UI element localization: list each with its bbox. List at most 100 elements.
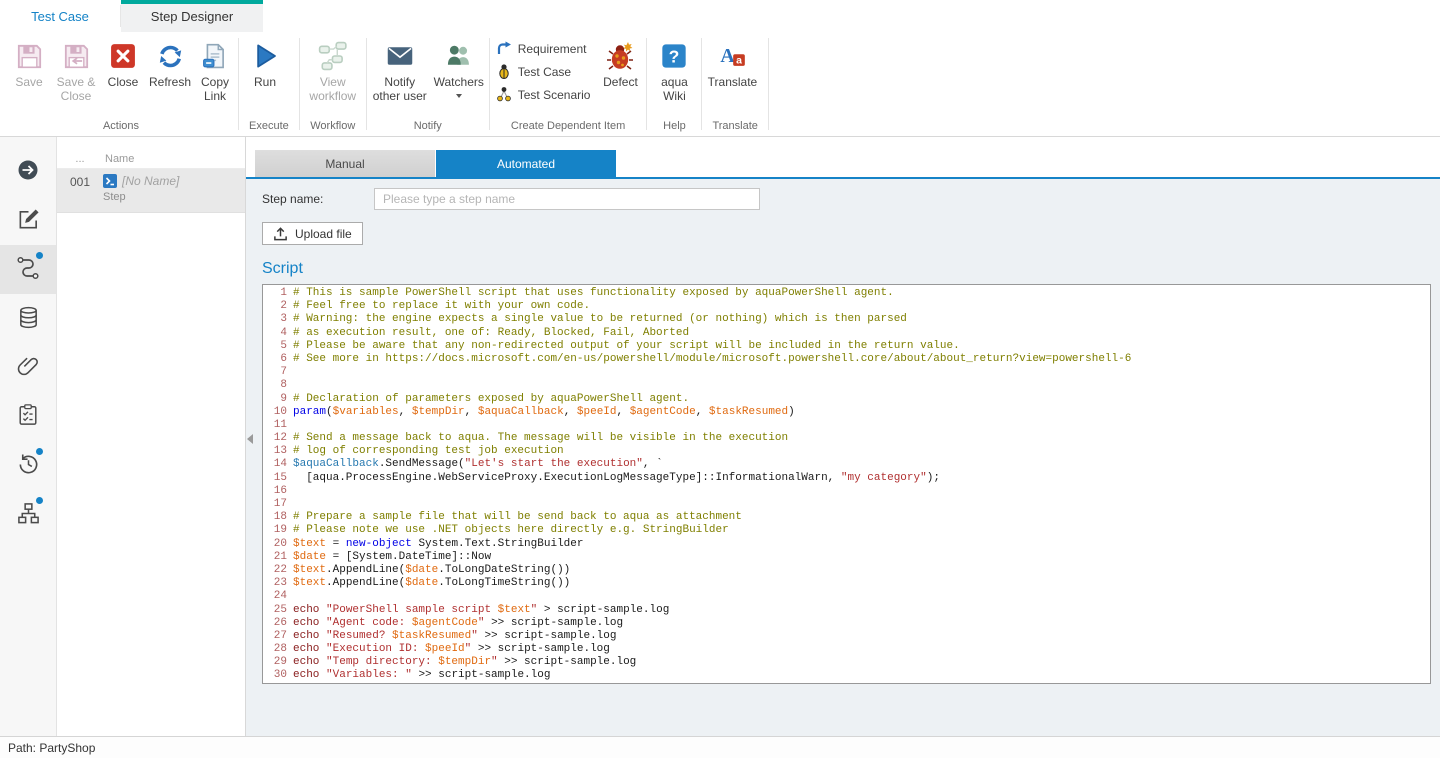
create-defect-button[interactable]: Defect: [596, 37, 644, 91]
code-line: 9# Declaration of parameters exposed by …: [263, 393, 1430, 406]
code-line: 18# Prepare a sample file that will be s…: [263, 511, 1430, 524]
history-icon: [17, 453, 40, 479]
question-icon: ?: [660, 40, 688, 72]
refresh-button[interactable]: Refresh: [146, 37, 194, 91]
script-code-editor[interactable]: 1# This is sample PowerShell script that…: [262, 284, 1431, 684]
ribbon-group-execute: Run Execute: [241, 32, 297, 136]
code-line: 20$text = new-object System.Text.StringB…: [263, 538, 1430, 551]
sidebar-item-checklist[interactable]: [0, 392, 56, 441]
envelope-icon: [386, 40, 414, 72]
sidebar-item-data[interactable]: [0, 294, 56, 343]
code-line: 3# Warning: the engine expects a single …: [263, 313, 1430, 326]
code-line: 1# This is sample PowerShell script that…: [263, 287, 1430, 300]
steps-panel: ... Name 001 [No Name] Step: [57, 137, 246, 736]
code-line: 31: [263, 683, 1430, 684]
code-line: 14$aquaCallback.SendMessage("Let's start…: [263, 458, 1430, 471]
run-button[interactable]: Run: [241, 37, 289, 91]
close-button[interactable]: Close: [100, 37, 146, 91]
automated-step-form: Step name: Upload file Script 1# This is…: [246, 179, 1440, 736]
code-line: 19# Please note we use .NET objects here…: [263, 524, 1430, 537]
tab-automated[interactable]: Automated: [436, 150, 616, 177]
code-line: 7: [263, 366, 1430, 379]
code-line: 13# log of corresponding test job execut…: [263, 445, 1430, 458]
copy-link-icon: [202, 40, 228, 72]
upload-file-button[interactable]: Upload file: [262, 222, 363, 245]
create-requirement-button[interactable]: Requirement: [496, 38, 591, 60]
sidebar-item-edit[interactable]: [0, 196, 56, 245]
step-name-input[interactable]: [374, 188, 760, 210]
ribbon-group-workflow: View workflow Workflow: [302, 32, 364, 136]
statusbar: Path: PartyShop: [0, 736, 1440, 758]
notification-dot: [36, 252, 43, 259]
code-line: 5# Please be aware that any non-redirect…: [263, 340, 1430, 353]
titlebar: Test Case Step Designer: [0, 0, 1440, 32]
workflow-icon: [318, 40, 348, 72]
group-label-translate: Translate: [704, 120, 765, 136]
tab-test-case[interactable]: Test Case: [0, 0, 120, 32]
aqua-wiki-button[interactable]: ? aqua Wiki: [649, 37, 699, 105]
step-list-item[interactable]: 001 [No Name] Step: [57, 169, 245, 213]
ribbon-separator: [238, 38, 239, 130]
sidebar-item-open[interactable]: [0, 147, 56, 196]
translate-icon: Aa: [718, 40, 746, 72]
code-line: 29echo "Temp directory: $tempDir" >> scr…: [263, 656, 1430, 669]
ribbon-group-notify: Notify other user Watchers Notify: [369, 32, 487, 136]
save-and-close-button: Save & Close: [52, 37, 100, 105]
ribbon-group-create-dependent: Requirement Test Case Test Scenario: [492, 32, 645, 136]
dropdown-caret-icon: [456, 94, 462, 98]
group-label-help: Help: [649, 120, 699, 136]
svg-text:a: a: [737, 55, 743, 67]
sidebar-item-attachments[interactable]: [0, 343, 56, 392]
column-header-name[interactable]: Name: [103, 153, 245, 165]
svg-text:A: A: [721, 45, 736, 67]
ribbon-separator: [768, 38, 769, 130]
group-label-workflow: Workflow: [302, 120, 364, 136]
code-line: 4# as execution result, one of: Ready, B…: [263, 327, 1430, 340]
translate-button[interactable]: Aa Translate: [704, 37, 760, 91]
ribbon-separator: [489, 38, 490, 130]
run-icon: [250, 40, 280, 72]
group-label-actions: Actions: [6, 120, 236, 136]
code-line: 6# See more in https://docs.microsoft.co…: [263, 353, 1430, 366]
tab-step-designer[interactable]: Step Designer: [121, 0, 263, 32]
code-line: 16: [263, 485, 1430, 498]
panel-collapse-button[interactable]: [247, 429, 257, 449]
create-test-scenario-button[interactable]: Test Scenario: [496, 84, 591, 106]
step-editor-content: Manual Automated Step name: Upload file …: [246, 137, 1440, 736]
notify-other-user-button[interactable]: Notify other user: [369, 37, 431, 105]
refresh-icon: [157, 40, 184, 72]
sidebar-item-history[interactable]: [0, 441, 56, 490]
code-line: 21$date = [System.DateTime]::Now: [263, 551, 1430, 564]
ribbon-group-help: ? aqua Wiki Help: [649, 32, 699, 136]
watchers-button[interactable]: Watchers: [431, 37, 487, 100]
steps-list-header: ... Name: [57, 150, 245, 169]
upload-icon: [273, 226, 288, 241]
code-line: 25echo "PowerShell sample script $text" …: [263, 604, 1430, 617]
svg-text:?: ?: [669, 46, 680, 66]
code-line: 12# Send a message back to aqua. The mes…: [263, 432, 1430, 445]
step-type-label: Step: [103, 191, 245, 203]
column-chooser[interactable]: ...: [57, 153, 103, 165]
copy-link-button[interactable]: Copy Link: [194, 37, 236, 105]
active-tab-accent: [121, 0, 263, 4]
code-line: 10param($variables, $tempDir, $aquaCallb…: [263, 406, 1430, 419]
test-scenario-icon: [496, 86, 512, 105]
open-arrow-icon: [16, 158, 40, 185]
code-line: 11: [263, 419, 1430, 432]
code-line: 8: [263, 379, 1430, 392]
mode-tabs: Manual Automated: [246, 137, 1440, 177]
database-icon: [17, 306, 40, 332]
create-test-case-button[interactable]: Test Case: [496, 61, 591, 83]
ribbon-group-actions: Save Save & Close Close: [6, 32, 236, 136]
view-workflow-button: View workflow: [302, 37, 364, 105]
code-line: 15 [aqua.ProcessEngine.WebServiceProxy.E…: [263, 472, 1430, 485]
tab-manual[interactable]: Manual: [255, 150, 435, 177]
sidebar-item-automation[interactable]: [0, 245, 56, 294]
sitemap-icon: [17, 502, 40, 528]
code-line: 30echo "Variables: " >> script-sample.lo…: [263, 669, 1430, 682]
script-section-heading: Script: [262, 260, 1431, 278]
code-lines: 1# This is sample PowerShell script that…: [263, 287, 1430, 684]
main-area: ... Name 001 [No Name] Step M: [0, 137, 1440, 736]
sidebar-item-dependencies[interactable]: [0, 490, 56, 539]
app-window: Test Case Step Designer Save Sav: [0, 0, 1440, 758]
